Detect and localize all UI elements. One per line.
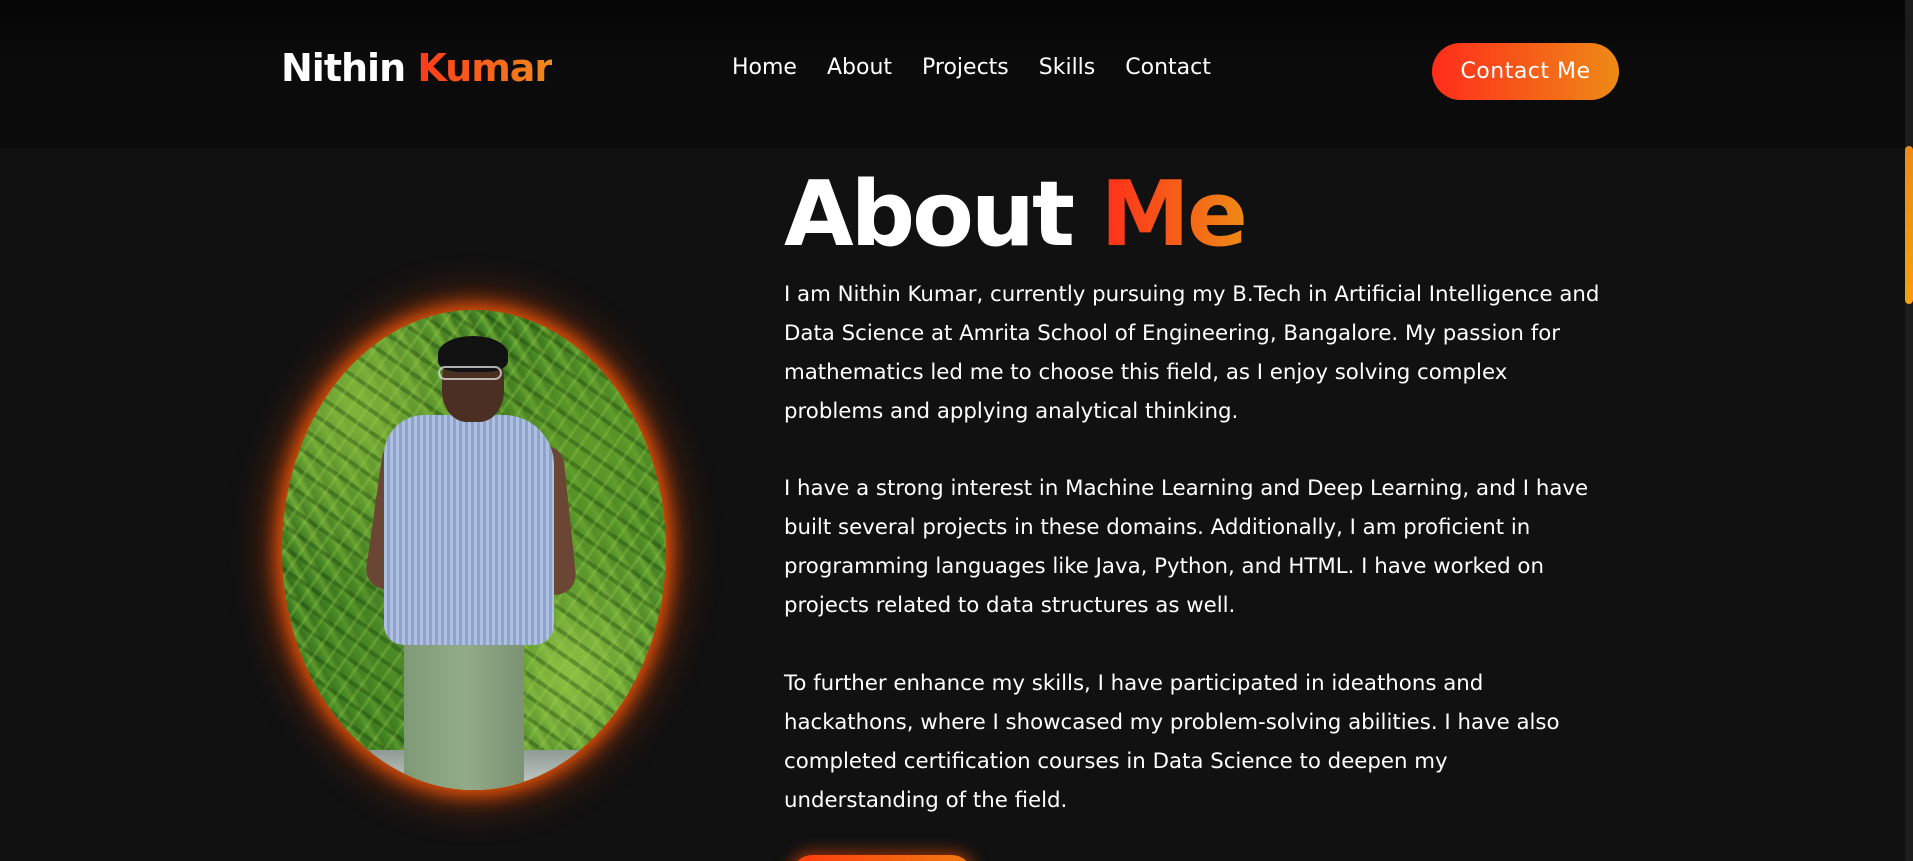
about-title-first: About: [784, 162, 1075, 267]
profile-photo: [282, 310, 666, 790]
about-title-accent: Me: [1100, 162, 1248, 267]
page: Nithin Kumar Home About Projects Skills …: [0, 0, 1913, 861]
nav-link-contact[interactable]: Contact: [1125, 55, 1211, 80]
contact-me-button[interactable]: Contact Me: [1432, 43, 1619, 100]
photo-person-shirt: [384, 415, 554, 645]
nav-link-projects[interactable]: Projects: [922, 55, 1009, 80]
nav-link-skills[interactable]: Skills: [1039, 55, 1096, 80]
nav-link-home[interactable]: Home: [732, 55, 797, 80]
photo-person-legs: [404, 628, 524, 790]
nav-link-about[interactable]: About: [827, 55, 892, 80]
main-nav: Home About Projects Skills Contact: [732, 55, 1241, 80]
about-paragraph-2: I have a strong interest in Machine Lear…: [784, 476, 1589, 618]
about-paragraph-3: To further enhance my skills, I have par…: [784, 671, 1560, 813]
site-logo[interactable]: Nithin Kumar: [281, 46, 553, 90]
about-paragraph-1: I am Nithin Kumar, currently pursuing my…: [784, 282, 1600, 424]
photo-person-glasses: [438, 366, 502, 380]
site-header: Nithin Kumar Home About Projects Skills …: [0, 0, 1905, 148]
logo-first-name: Nithin: [281, 46, 406, 90]
logo-last-name: Kumar: [417, 46, 553, 90]
about-title: About Me: [784, 160, 1248, 270]
page-scrollbar[interactable]: [1905, 0, 1913, 861]
scrollbar-thumb[interactable]: [1905, 146, 1913, 304]
about-action-button[interactable]: [792, 855, 972, 861]
